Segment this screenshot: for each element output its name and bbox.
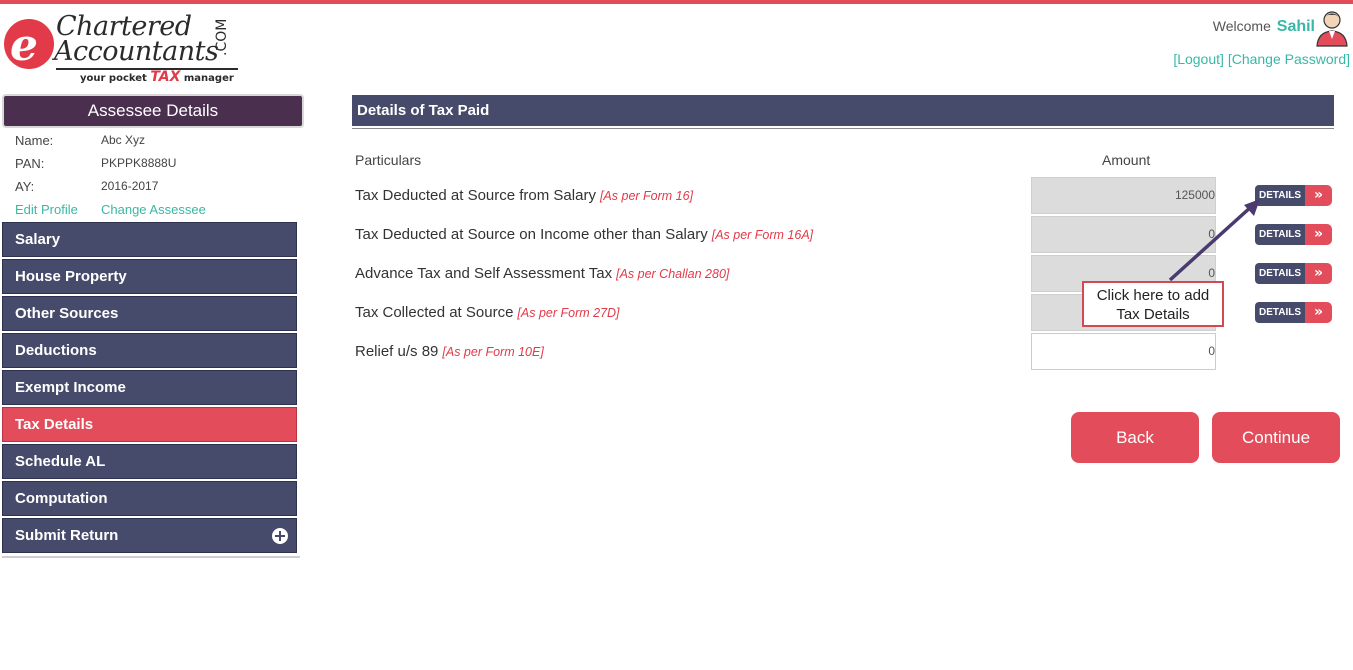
form-reference: [As per Form 16] — [599, 189, 694, 203]
welcome-label: Welcome — [1212, 18, 1271, 34]
section-divider — [352, 128, 1334, 129]
back-button[interactable]: Back — [1071, 412, 1199, 463]
logo-letter: e — [10, 20, 38, 71]
sidebar-item-tax-details[interactable]: Tax Details — [2, 407, 297, 442]
logo-e-badge: e — [4, 19, 54, 71]
pan-label: PAN: — [15, 156, 45, 171]
particular-text: Tax Collected at Source — [355, 304, 514, 321]
tagline-tax: TAX — [150, 69, 181, 85]
user-avatar-icon[interactable] — [1314, 9, 1350, 47]
tagline-pre: your pocket — [80, 73, 147, 84]
form-reference: [As per Form 16A] — [711, 228, 814, 242]
sidebar-item-deductions[interactable]: Deductions — [2, 333, 297, 368]
sidebar: Assessee Details Name: Abc Xyz PAN: PKPP… — [2, 94, 304, 558]
logout-link[interactable]: [Logout] — [1173, 51, 1224, 67]
change-password-link[interactable]: [Change Password] — [1228, 51, 1350, 67]
row-label-tds-other: Tax Deducted at Source on Income other t… — [355, 226, 813, 243]
double-chevron-right-icon: » — [1305, 224, 1332, 245]
row-label-advance-tax: Advance Tax and Self Assessment Tax [As p… — [355, 265, 729, 282]
sidebar-item-schedule-al[interactable]: Schedule AL — [2, 444, 297, 479]
column-header-particulars: Particulars — [355, 152, 422, 168]
sidebar-item-label: Submit Return — [15, 527, 119, 544]
sidebar-item-label: Exempt Income — [15, 379, 126, 396]
logo-text-line2: Accountants — [54, 36, 219, 67]
particular-text: Tax Deducted at Source on Income other t… — [355, 226, 708, 243]
double-chevron-right-icon: » — [1305, 185, 1332, 206]
details-button-tcs[interactable]: DETAILS » — [1255, 302, 1333, 323]
name-label: Name: — [15, 133, 54, 148]
particular-text: Advance Tax and Self Assessment Tax — [355, 265, 613, 282]
name-value: Abc Xyz — [101, 133, 146, 147]
help-callout: Click here to add Tax Details — [1082, 281, 1224, 327]
row-label-relief-89: Relief u/s 89 [As per Form 10E] — [355, 343, 544, 360]
form-reference: [As per Challan 280] — [616, 267, 730, 281]
ay-value: 2016-2017 — [101, 179, 159, 193]
sidebar-item-label: Computation — [15, 490, 108, 507]
row-label-tcs: Tax Collected at Source [As per Form 27D] — [355, 304, 620, 321]
sidebar-item-label: Salary — [15, 231, 61, 248]
sidebar-item-submit-return[interactable]: Submit Return — [2, 518, 297, 553]
sidebar-item-house-property[interactable]: House Property — [2, 259, 297, 294]
change-assessee-link[interactable]: Change Assessee — [101, 202, 206, 217]
logo-tagline: your pocket TAX manager — [80, 69, 234, 85]
sidebar-item-label: Deductions — [15, 342, 97, 359]
ay-label: AY: — [15, 179, 35, 194]
particular-text: Relief u/s 89 — [355, 343, 439, 360]
assessee-details-header: Assessee Details — [2, 94, 304, 128]
plus-circle-icon[interactable] — [272, 528, 288, 544]
sidebar-item-other-sources[interactable]: Other Sources — [2, 296, 297, 331]
row-label-tds-salary: Tax Deducted at Source from Salary [As pe… — [355, 187, 693, 204]
sidebar-nav: Salary House Property Other Sources Dedu… — [2, 222, 298, 555]
sidebar-item-exempt-income[interactable]: Exempt Income — [2, 370, 297, 405]
form-reference: [As per Form 10E] — [442, 345, 544, 359]
particular-text: Tax Deducted at Source from Salary — [355, 187, 596, 204]
column-header-amount: Amount — [1102, 152, 1151, 168]
account-links: [Logout] [Change Password] — [1173, 51, 1350, 67]
details-label: DETAILS — [1255, 302, 1305, 323]
continue-button[interactable]: Continue — [1212, 412, 1340, 463]
callout-pointer-arrow-icon — [1168, 199, 1260, 282]
sidebar-item-computation[interactable]: Computation — [2, 481, 297, 516]
welcome-message: Welcome Sahil — [1213, 18, 1315, 36]
section-title-bar: Details of Tax Paid — [352, 95, 1334, 126]
tagline-post: manager — [183, 73, 234, 84]
site-logo[interactable]: e Chartered Accountants .COM your pocket… — [4, 12, 244, 88]
pan-value: PKPPK8888U — [101, 156, 177, 170]
sidebar-item-label: House Property — [15, 268, 127, 285]
form-reference: [As per Form 27D] — [517, 306, 620, 320]
sidebar-item-label: Schedule AL — [15, 453, 106, 470]
sidebar-item-label: Other Sources — [15, 305, 119, 322]
sidebar-item-label: Tax Details — [15, 416, 94, 433]
logo-com: .COM — [214, 18, 230, 56]
user-name: Sahil — [1276, 18, 1315, 35]
amount-input-relief-89[interactable]: 0 — [1031, 333, 1216, 370]
edit-profile-link[interactable]: Edit Profile — [15, 202, 95, 217]
sidebar-item-salary[interactable]: Salary — [2, 222, 297, 257]
double-chevron-right-icon: » — [1305, 263, 1332, 284]
double-chevron-right-icon: » — [1305, 302, 1332, 323]
top-accent-strip — [0, 0, 1353, 4]
